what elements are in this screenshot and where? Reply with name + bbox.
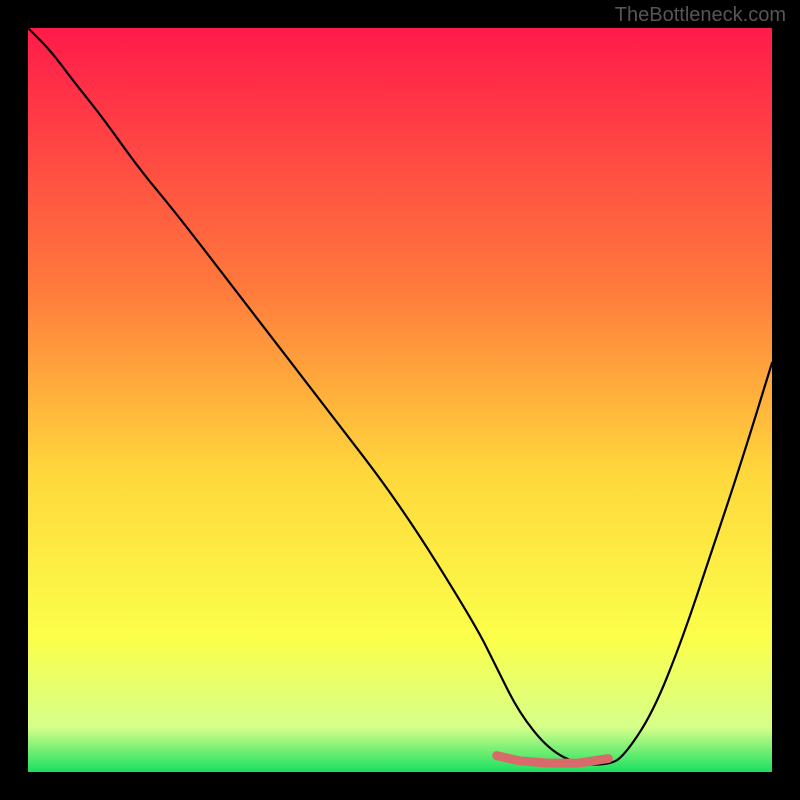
main-curve [28,28,772,765]
chart-area [28,28,772,772]
watermark: TheBottleneck.com [615,4,786,27]
highlight-band [497,756,609,764]
curve-layer [28,28,772,772]
